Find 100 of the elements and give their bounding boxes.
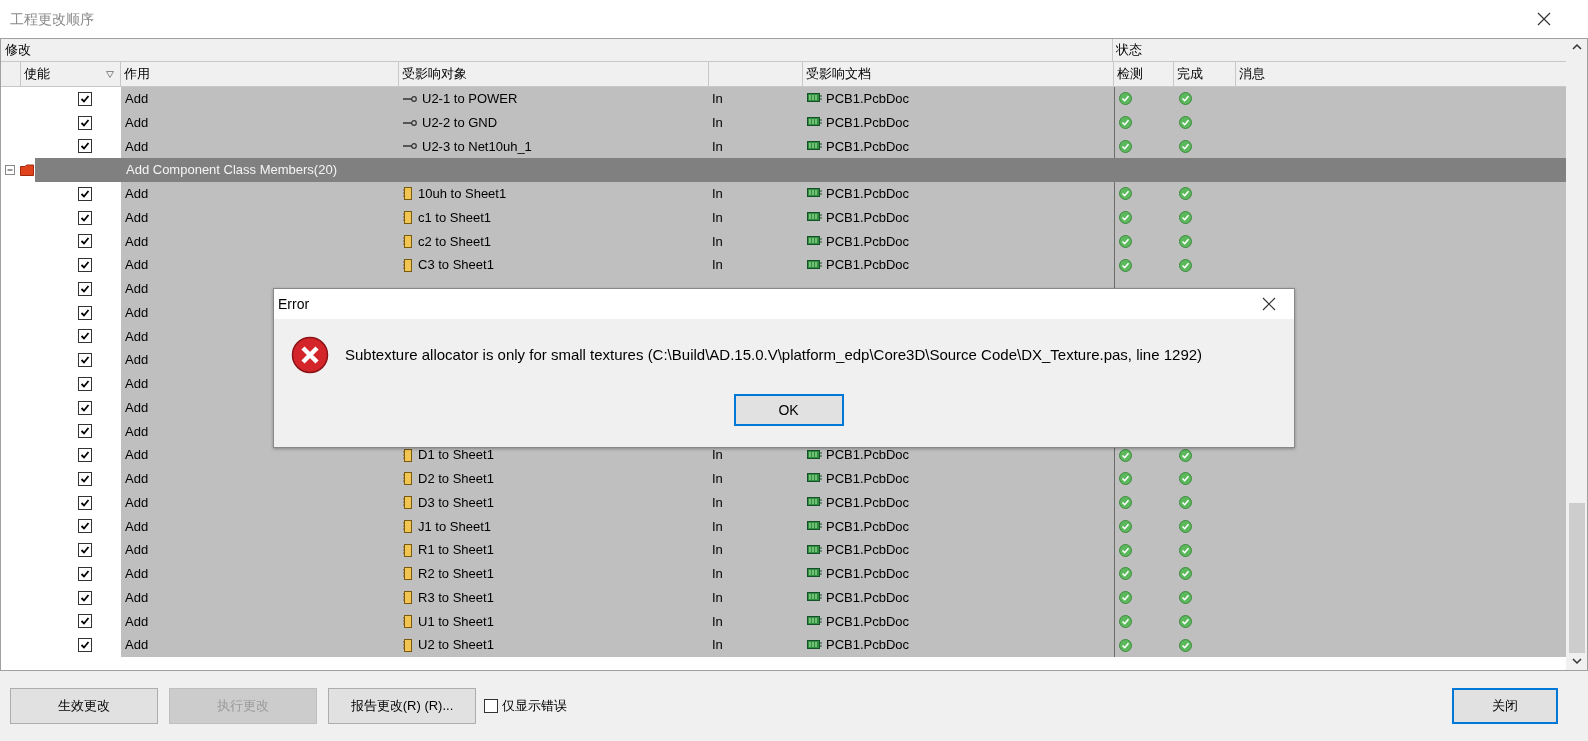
action-text: Add [125, 352, 149, 368]
column-header[interactable]: 受影响对象 [402, 64, 467, 84]
column-header[interactable]: 消息 [1239, 64, 1265, 84]
checkbox[interactable] [78, 91, 92, 106]
column-header[interactable]: 完成 [1177, 64, 1203, 84]
checkbox[interactable] [78, 638, 92, 653]
pcb-document-icon [807, 212, 822, 224]
document-text: PCB1.PcbDoc [826, 185, 910, 204]
object-text: R1 to Sheet1 [418, 541, 494, 560]
object-text: C3 to Sheet1 [418, 256, 494, 275]
checkbox[interactable] [78, 495, 92, 510]
document-text: PCB1.PcbDoc [826, 541, 910, 560]
document-text: PCB1.PcbDoc [826, 137, 910, 156]
direction-text: In [712, 186, 723, 202]
checkbox[interactable] [78, 353, 92, 368]
action-text: Add [125, 233, 149, 249]
errors-only-checkbox[interactable] [484, 699, 498, 713]
object-text: R3 to Sheet1 [418, 588, 494, 607]
pcb-document-icon [807, 259, 822, 271]
document-text: PCB1.PcbDoc [826, 565, 910, 584]
checkbox[interactable] [78, 115, 92, 130]
action-text: Add [125, 494, 149, 510]
object-text: D1 to Sheet1 [418, 446, 494, 465]
action-text: Add [125, 376, 149, 392]
action-text: Add [125, 423, 149, 439]
action-text: Add [125, 281, 149, 297]
checkbox[interactable] [78, 471, 92, 486]
column-header[interactable]: 受影响文档 [806, 64, 871, 84]
checkbox[interactable] [78, 566, 92, 581]
object-text: J1 to Sheet1 [418, 517, 491, 536]
component-icon [403, 187, 413, 201]
checkbox[interactable] [78, 400, 92, 415]
filter-icon[interactable] [106, 70, 114, 78]
action-text: Add [125, 589, 149, 605]
action-text: Add [125, 209, 149, 225]
action-text: Add [125, 304, 149, 320]
close-button[interactable]: 关闭 [1452, 688, 1558, 724]
document-text: PCB1.PcbDoc [826, 470, 910, 489]
action-text: Add [125, 542, 149, 558]
checkbox-label[interactable]: 仅显示错误 [502, 696, 567, 716]
column-header[interactable]: 检测 [1117, 64, 1143, 84]
column-header[interactable]: 作用 [124, 64, 150, 84]
direction-text: In [712, 518, 723, 534]
checkbox[interactable] [78, 376, 92, 391]
direction-text: In [712, 589, 723, 605]
ok-button[interactable]: OK [733, 394, 844, 426]
action-text: Add [125, 566, 149, 582]
direction-text: In [712, 114, 723, 130]
action-text: Add [125, 471, 149, 487]
direction-text: In [712, 447, 723, 463]
document-text: PCB1.PcbDoc [826, 256, 910, 275]
action-button[interactable]: 报告更改(R) (R)... [328, 688, 476, 724]
pcb-document-icon [807, 497, 822, 509]
column-header[interactable]: 使能 [24, 64, 50, 84]
object-text: R2 to Sheet1 [418, 565, 494, 584]
pcb-document-icon [807, 615, 822, 627]
action-text: Add [125, 114, 149, 130]
document-text: PCB1.PcbDoc [826, 517, 910, 536]
checkbox[interactable] [78, 543, 92, 558]
direction-text: In [712, 613, 723, 629]
action-text: Add [125, 328, 149, 344]
checkbox[interactable] [78, 519, 92, 534]
checkbox[interactable] [78, 448, 92, 463]
action-button[interactable]: 生效更改 [10, 688, 158, 724]
component-icon [403, 519, 413, 533]
error-icon [291, 336, 329, 374]
direction-text: In [712, 209, 723, 225]
pin-icon [403, 118, 417, 127]
object-text: U2 to Sheet1 [418, 636, 494, 655]
dialog-title: Error [278, 294, 310, 314]
checkbox[interactable] [78, 590, 92, 605]
document-text: PCB1.PcbDoc [826, 446, 910, 465]
document-text: PCB1.PcbDoc [826, 90, 910, 109]
checkbox[interactable] [78, 234, 92, 249]
checkbox[interactable] [78, 614, 92, 629]
checkbox[interactable] [78, 329, 92, 344]
scrollbar[interactable] [1566, 39, 1587, 670]
group-row[interactable]: Add Component Class Members(20) [35, 158, 1566, 182]
checkbox[interactable] [78, 424, 92, 439]
scroll-thumb[interactable] [1568, 503, 1585, 653]
pcb-document-icon [807, 544, 822, 556]
checkbox[interactable] [78, 281, 92, 296]
scroll-down-icon[interactable] [1571, 658, 1582, 665]
collapse-toggle-icon[interactable] [5, 165, 15, 176]
object-text: D3 to Sheet1 [418, 493, 494, 512]
checkbox[interactable] [78, 305, 92, 320]
checkbox[interactable] [78, 186, 92, 201]
close-icon[interactable] [1537, 12, 1551, 26]
pcb-document-icon [807, 639, 822, 651]
direction-text: In [712, 494, 723, 510]
component-icon [403, 472, 413, 486]
column-group-header: 状态 [1116, 41, 1142, 60]
checkbox[interactable] [78, 210, 92, 225]
checkbox[interactable] [78, 258, 92, 273]
pcb-document-icon [807, 568, 822, 580]
direction-text: In [712, 542, 723, 558]
scroll-up-icon[interactable] [1571, 43, 1582, 50]
checkbox[interactable] [78, 139, 92, 154]
object-text: D2 to Sheet1 [418, 470, 494, 489]
close-icon[interactable] [1262, 297, 1276, 311]
